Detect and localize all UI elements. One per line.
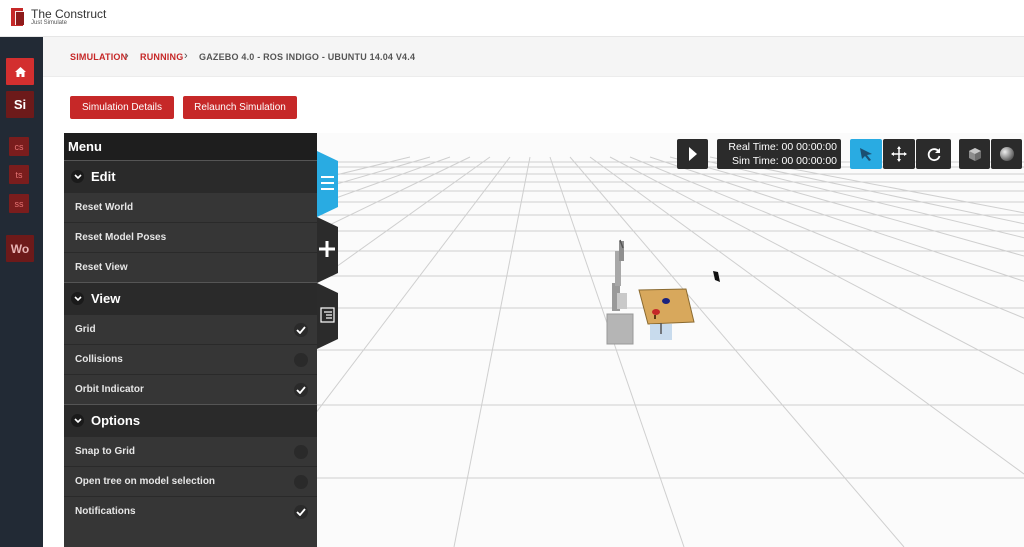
menu-item-label: Grid: [75, 324, 96, 335]
menu-item-label: Snap to Grid: [75, 446, 135, 457]
insert-tab[interactable]: [317, 217, 338, 283]
tree-tab[interactable]: [317, 283, 338, 349]
sphere-shape-icon: [999, 147, 1014, 161]
brand-subtitle: Just Simulate: [31, 20, 68, 26]
menu-item-label: Reset World: [75, 202, 134, 213]
select-arrow-icon: [860, 148, 872, 161]
breadcrumb-running[interactable]: RUNNING: [140, 52, 183, 62]
menu-item-label: Reset Model Poses: [75, 232, 167, 243]
time-display: Real Time: 00 00:00:00 Sim Time: 00 00:0…: [717, 139, 841, 169]
sphere-shape-button[interactable]: [991, 139, 1022, 169]
menu-item-label: Collisions: [75, 354, 123, 365]
section-label: View: [91, 291, 121, 306]
play-button[interactable]: [677, 139, 708, 169]
breadcrumb-separator: ›: [184, 50, 188, 62]
box-shape-button[interactable]: [959, 139, 990, 169]
menu-section-view[interactable]: View: [64, 282, 317, 314]
sidebar-item-ts[interactable]: ts: [9, 165, 29, 184]
section-label: Edit: [91, 169, 116, 184]
breadcrumb: SIMULATION › RUNNING › GAZEBO 4.0 - ROS …: [43, 37, 1024, 77]
menu-item-reset-view[interactable]: Reset View: [64, 252, 317, 282]
relaunch-simulation-button[interactable]: Relaunch Simulation: [183, 96, 297, 119]
menu-item-label: Reset View: [75, 262, 128, 273]
breadcrumb-simulation[interactable]: SIMULATION: [70, 52, 127, 62]
menu-section-edit[interactable]: Edit: [64, 160, 317, 192]
check-icon[interactable]: [294, 382, 308, 397]
menu-item-grid[interactable]: Grid: [64, 314, 317, 344]
sidebar-item-cs[interactable]: cs: [9, 137, 29, 156]
rotate-mode-button[interactable]: [916, 139, 951, 169]
unchecked-circle-icon[interactable]: [294, 474, 308, 489]
translate-mode-button[interactable]: [883, 139, 915, 169]
box-shape-icon: [968, 148, 981, 161]
menu-item-reset-world[interactable]: Reset World: [64, 192, 317, 222]
check-icon[interactable]: [294, 322, 308, 337]
menu-item-label: Orbit Indicator: [75, 384, 144, 395]
menu-item-label: Open tree on model selection: [75, 476, 216, 487]
construct-logo-icon: [11, 8, 24, 26]
home-button[interactable]: [6, 58, 34, 85]
menu-item-label: Notifications: [75, 506, 136, 517]
app-window: The Construct Just Simulate Si cs ts ss …: [0, 0, 1024, 547]
select-mode-button[interactable]: [850, 139, 882, 169]
translate-icon: [891, 146, 907, 162]
rotate-icon: [927, 148, 940, 162]
menu-item-notifications[interactable]: Notifications: [64, 496, 317, 526]
simulation-details-button[interactable]: Simulation Details: [70, 96, 174, 119]
play-icon: [688, 147, 697, 161]
unchecked-circle-icon[interactable]: [294, 352, 308, 367]
home-icon: [14, 66, 26, 77]
breadcrumb-current: GAZEBO 4.0 - ROS INDIGO - UBUNTU 14.04 V…: [199, 52, 416, 62]
real-time-readout: Real Time: 00 00:00:00: [728, 141, 837, 153]
menu-item-collisions[interactable]: Collisions: [64, 344, 317, 374]
sidebar-item-wo[interactable]: Wo: [6, 235, 34, 262]
sidebar-item-ss[interactable]: ss: [9, 194, 29, 213]
top-bar: The Construct Just Simulate: [0, 0, 1024, 37]
menu-item-open-tree[interactable]: Open tree on model selection: [64, 466, 317, 496]
table-model[interactable]: [638, 288, 695, 340]
sim-time-readout: Sim Time: 00 00:00:00: [731, 155, 837, 167]
chevron-down-icon: [71, 414, 84, 427]
menu-section-options[interactable]: Options: [64, 404, 317, 436]
robot-arm-model[interactable]: [606, 239, 634, 345]
check-icon[interactable]: [294, 504, 308, 519]
menu-item-orbit-indicator[interactable]: Orbit Indicator: [64, 374, 317, 404]
left-sidebar: Si cs ts ss Wo: [0, 37, 43, 547]
brand-title: The Construct: [31, 7, 107, 21]
unchecked-circle-icon[interactable]: [294, 444, 308, 459]
section-label: Options: [91, 413, 141, 428]
menu-item-snap-to-grid[interactable]: Snap to Grid: [64, 436, 317, 466]
chevron-down-icon: [71, 292, 84, 305]
breadcrumb-separator: ›: [125, 50, 129, 62]
gazebo-menu-panel: Menu Edit Reset World Reset Model Poses …: [64, 133, 317, 547]
menu-tab[interactable]: [317, 151, 338, 217]
chevron-down-icon: [71, 170, 84, 183]
menu-item-reset-model-poses[interactable]: Reset Model Poses: [64, 222, 317, 252]
menu-title: Menu: [64, 133, 317, 160]
sidebar-item-si[interactable]: Si: [6, 91, 34, 118]
